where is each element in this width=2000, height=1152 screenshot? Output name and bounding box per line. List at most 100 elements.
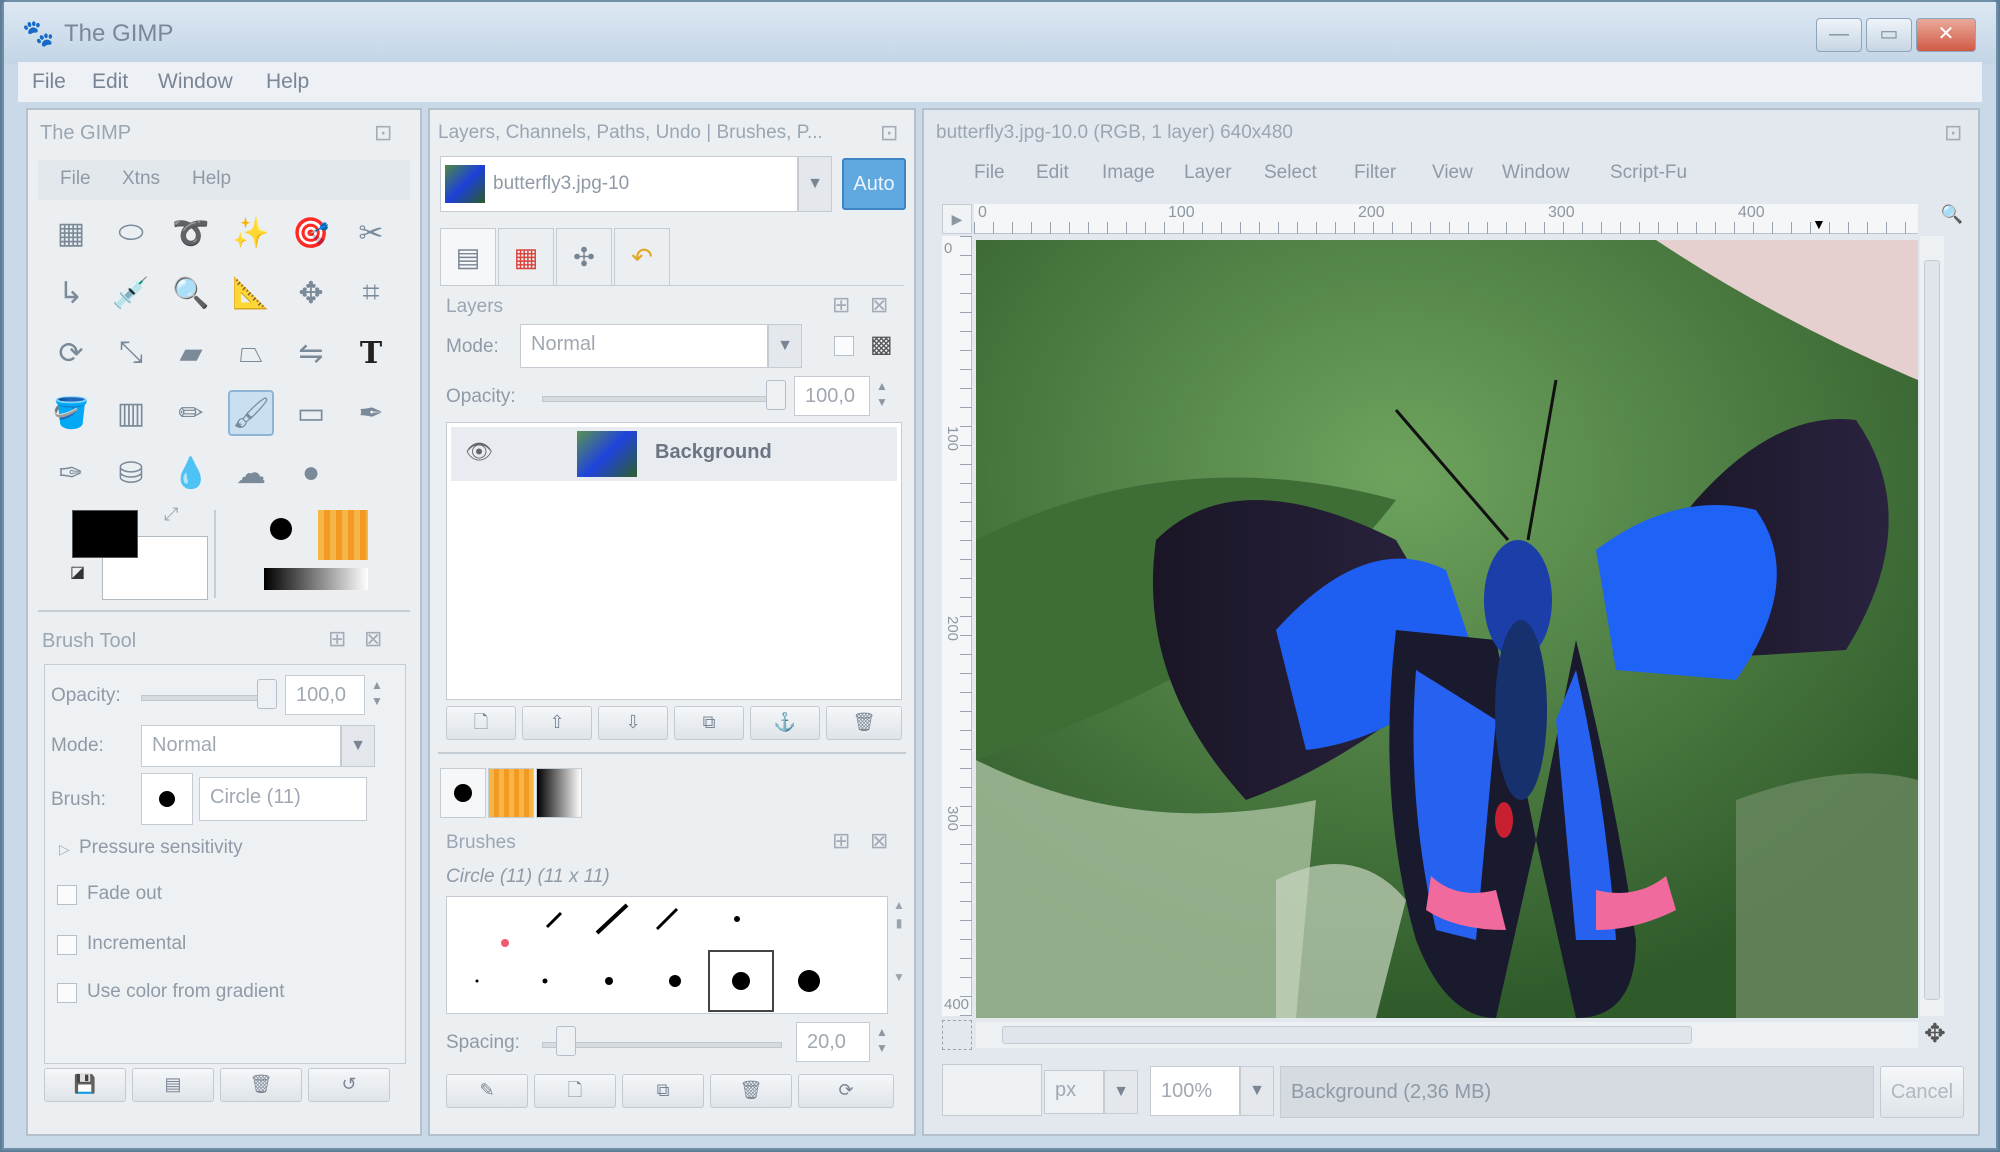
tab-layers[interactable]: ▤ — [440, 228, 496, 286]
swap-colors-icon[interactable]: ⤢ — [164, 504, 178, 525]
new-layer-button[interactable]: 🗋 — [446, 706, 516, 740]
chevron-down-icon[interactable]: ▼ — [1104, 1070, 1138, 1114]
image-menu-script-fu[interactable]: Script-Fu — [1610, 162, 1687, 184]
tool-perspective-icon[interactable]: ⏢ — [228, 330, 274, 376]
brushes-scrollbar[interactable]: ▲ ▮ ▼ — [890, 896, 908, 1014]
save-options-button[interactable]: 💾 — [44, 1068, 126, 1102]
tool-paintbrush-icon[interactable]: 🖌 — [228, 390, 274, 436]
opacity-input[interactable]: 100,0 — [285, 675, 365, 715]
tool-paths-icon[interactable]: ↳ — [48, 270, 94, 316]
tool-blend-icon[interactable]: ▥ — [108, 390, 154, 436]
default-colors-icon[interactable]: ◪ — [70, 562, 85, 582]
lower-layer-button[interactable]: ⇩ — [598, 706, 668, 740]
tool-airbrush-icon[interactable]: ✒ — [348, 390, 394, 436]
tool-free-select-icon[interactable]: ➰ — [168, 210, 214, 256]
fade-out-checkbox[interactable] — [57, 885, 77, 905]
toolbox-menu-file[interactable]: File — [60, 168, 91, 190]
detach-icon[interactable]: ⊡ — [374, 120, 392, 146]
image-menu-view[interactable]: View — [1432, 162, 1473, 184]
tool-scale-icon[interactable]: ⤡ — [108, 330, 154, 376]
detach-icon[interactable]: ⊡ — [880, 120, 898, 146]
layers-opacity-spin-icon[interactable]: ▲ ▼ — [876, 378, 888, 410]
tool-ellipse-select-icon[interactable]: ⬭ — [108, 210, 154, 256]
tab-patterns[interactable] — [488, 768, 534, 818]
tool-text-icon[interactable]: T — [348, 330, 394, 376]
tool-fuzzy-select-icon[interactable]: ✨ — [228, 210, 274, 256]
close-tab-icon[interactable]: ⊠ — [364, 626, 382, 652]
pressure-sensitivity-expander[interactable]: Pressure sensitivity — [79, 837, 243, 859]
horizontal-scrollbar[interactable] — [976, 1022, 1918, 1048]
pattern-indicator[interactable] — [318, 510, 368, 560]
brush-indicator[interactable] — [270, 518, 292, 540]
image-menu-select[interactable]: Select — [1264, 162, 1317, 184]
layers-mode-select[interactable]: Normal — [520, 324, 768, 368]
layers-opacity-slider-handle[interactable] — [766, 380, 786, 410]
maximize-button[interactable]: ▭ — [1866, 18, 1912, 52]
tab-brushes[interactable] — [440, 768, 486, 818]
image-menu-window[interactable]: Window — [1502, 162, 1570, 184]
toolbox-menu-help[interactable]: Help — [192, 168, 231, 190]
new-brush-button[interactable]: 🗋 — [534, 1074, 616, 1108]
chevron-down-icon[interactable]: ▼ — [1240, 1066, 1274, 1116]
tool-pencil-icon[interactable]: ✏ — [168, 390, 214, 436]
brushes-grid-svg[interactable] — [447, 897, 888, 1014]
cancel-button[interactable]: Cancel — [1880, 1066, 1964, 1118]
menu-edit[interactable]: Edit — [92, 62, 128, 102]
tool-bucket-fill-icon[interactable]: 🪣 — [48, 390, 94, 436]
tool-smudge-icon[interactable]: ☁ — [228, 450, 274, 496]
image-menu-image[interactable]: Image — [1102, 162, 1155, 184]
spacing-input[interactable]: 20,0 — [796, 1022, 870, 1062]
layers-opacity-input[interactable]: 100,0 — [794, 376, 870, 416]
spacing-slider-handle[interactable] — [556, 1026, 576, 1056]
mode-select[interactable]: Normal — [141, 725, 341, 767]
tool-color-picker-icon[interactable]: 💉 — [108, 270, 154, 316]
tool-dodge-burn-icon[interactable]: ● — [288, 450, 334, 496]
tool-move-icon[interactable]: ✥ — [288, 270, 334, 316]
image-select[interactable]: butterfly3.jpg-10 — [440, 156, 798, 212]
tool-rotate-icon[interactable]: ⟳ — [48, 330, 94, 376]
menu-help[interactable]: Help — [266, 62, 309, 102]
horizontal-scroll-thumb[interactable] — [1002, 1026, 1692, 1044]
chevron-down-icon[interactable]: ▼ — [341, 725, 375, 767]
close-tab-icon[interactable]: ⊠ — [870, 292, 888, 318]
expander-arrow-icon[interactable]: ▷ — [59, 841, 70, 858]
add-tab-icon[interactable]: ⊞ — [832, 828, 850, 854]
vertical-scroll-thumb[interactable] — [1924, 260, 1940, 1000]
vertical-scrollbar[interactable] — [1920, 236, 1944, 1016]
close-tab-icon[interactable]: ⊠ — [870, 828, 888, 854]
image-menu-file[interactable]: File — [974, 162, 1005, 184]
auto-button[interactable]: Auto — [842, 158, 906, 210]
tool-measure-icon[interactable]: 📐 — [228, 270, 274, 316]
delete-options-button[interactable]: 🗑 — [220, 1068, 302, 1102]
anchor-layer-button[interactable]: ⚓ — [750, 706, 820, 740]
tool-zoom-icon[interactable]: 🔍 — [168, 270, 214, 316]
tab-undo[interactable]: ↶ — [614, 228, 670, 286]
menu-file[interactable]: File — [32, 62, 66, 102]
image-menu-edit[interactable]: Edit — [1036, 162, 1069, 184]
raise-layer-button[interactable]: ⇧ — [522, 706, 592, 740]
navigate-icon[interactable]: ✥ — [1924, 1018, 1946, 1049]
tool-clone-icon[interactable]: ⛁ — [108, 450, 154, 496]
incremental-checkbox[interactable] — [57, 935, 77, 955]
delete-brush-button[interactable]: 🗑 — [710, 1074, 792, 1108]
minimize-button[interactable]: — — [1816, 18, 1862, 52]
zoom-to-fit-button[interactable]: 🔍 — [1938, 204, 1966, 234]
duplicate-layer-button[interactable]: ⧉ — [674, 706, 744, 740]
add-tab-icon[interactable]: ⊞ — [328, 626, 346, 652]
tool-scissors-icon[interactable]: ✂ — [348, 210, 394, 256]
tool-heal-icon[interactable]: 💧 — [168, 450, 214, 496]
close-button[interactable]: ✕ — [1916, 18, 1976, 52]
image-canvas[interactable] — [976, 240, 1918, 1018]
tool-eraser-icon[interactable]: ▭ — [288, 390, 334, 436]
opacity-slider-handle[interactable] — [257, 679, 277, 709]
toolbox-menu-xtns[interactable]: Xtns — [122, 168, 160, 190]
tab-channels[interactable]: ▦ — [498, 228, 554, 286]
spacing-slider[interactable] — [542, 1042, 782, 1048]
layer-name[interactable]: Background — [655, 441, 772, 464]
zoom-select[interactable]: 100% — [1150, 1066, 1240, 1116]
menu-arrow-button[interactable]: ▶ — [942, 204, 972, 234]
chevron-down-icon[interactable]: ▼ — [798, 156, 832, 212]
menu-window[interactable]: Window — [158, 62, 233, 102]
quick-mask-button[interactable] — [942, 1020, 972, 1050]
tool-ink-icon[interactable]: ✑ — [48, 450, 94, 496]
